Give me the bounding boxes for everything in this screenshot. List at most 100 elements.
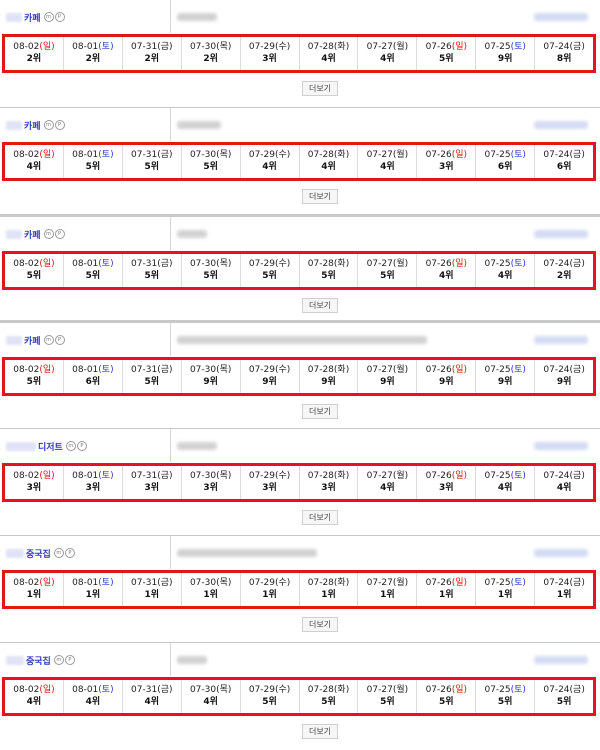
blurred-link[interactable] [534, 13, 588, 21]
weekday: (월) [392, 685, 409, 695]
rank-cell: 07-30(목) 4위 [182, 680, 241, 713]
rank-cell: 07-25(토) 5위 [476, 680, 536, 713]
daily-rank-row: 08-02(일) 5위 08-01(토) 6위 07-31(금) 5위 07-30(목) 9위… [2, 357, 596, 396]
keyword[interactable]: 카페 m P [6, 10, 65, 24]
date-value: 07-28 [307, 150, 334, 160]
rank-date: 07-31(금) [123, 150, 181, 161]
keyword[interactable]: 중국집 m P [6, 546, 75, 560]
weekday: (토) [510, 259, 526, 269]
rank-value: 3위 [439, 162, 454, 172]
weekday: (수) [275, 685, 291, 695]
rank-date: 08-02(일) [5, 365, 63, 376]
rank-cell: 07-25(토) 4위 [476, 254, 536, 287]
date-value: 07-25 [484, 42, 511, 52]
rank-cell: 07-28(화) 3위 [300, 466, 359, 499]
rank-value: 2위 [85, 54, 101, 64]
weekday: (수) [275, 471, 291, 481]
keyword-label[interactable]: 카페 [24, 334, 41, 347]
rank-cell: 07-27(월) 1위 [358, 573, 418, 606]
rank-date: 07-26(일) [417, 365, 475, 376]
blurred-link[interactable] [534, 549, 588, 557]
blurred-link[interactable] [534, 656, 588, 664]
rank-cell: 07-29(수) 1위 [241, 573, 300, 606]
blurred-link[interactable] [534, 230, 588, 238]
rank-value: 2위 [203, 54, 218, 64]
date-value: 07-26 [425, 471, 452, 481]
blurred-keyword-prefix [6, 335, 22, 345]
rank-value: 5위 [380, 271, 395, 281]
keyword-label[interactable]: 중국집 [26, 547, 51, 560]
date-value: 07-25 [484, 259, 511, 269]
rank-cell: 07-27(월) 5위 [358, 680, 418, 713]
blurred-link[interactable] [534, 336, 588, 344]
header-divider [170, 108, 171, 141]
date-value: 07-31 [131, 685, 158, 695]
date-value: 07-31 [131, 578, 158, 588]
blurred-place-name [177, 121, 221, 129]
rank-cell: 08-01(토) 5위 [64, 254, 123, 287]
more-button[interactable]: 더보기 [302, 404, 338, 419]
rank-value: 4위 [497, 271, 513, 281]
rank-date: 07-30(목) [182, 471, 240, 482]
rank-date: 07-27(월) [358, 150, 416, 161]
rank-date: 07-28(화) [300, 685, 358, 696]
weekday: (화) [333, 365, 350, 375]
date-value: 07-28 [307, 42, 334, 52]
rank-value: 4위 [26, 162, 42, 172]
keyword[interactable]: 카페 m P [6, 227, 65, 241]
rank-cell: 07-28(화) 5위 [300, 254, 359, 287]
rank-cell: 07-29(수) 5위 [241, 254, 300, 287]
rank-cell: 07-28(화) 1위 [300, 573, 359, 606]
blurred-keyword-prefix [6, 548, 24, 558]
rank-date: 07-28(화) [300, 150, 358, 161]
blurred-link[interactable] [534, 121, 588, 129]
weekday: (수) [275, 365, 291, 375]
keyword-label[interactable]: 카페 [24, 11, 41, 24]
device-badges: mP [43, 120, 65, 130]
rank-cell: 08-02(일) 4위 [5, 145, 64, 178]
date-value: 08-01 [72, 42, 99, 52]
more-button[interactable]: 더보기 [302, 510, 338, 525]
keyword[interactable]: 카페 m P [6, 118, 65, 132]
weekday: (금) [569, 471, 585, 481]
date-value: 08-02 [13, 578, 40, 588]
blurred-link[interactable] [534, 442, 588, 450]
keyword-label[interactable]: 디저트 [38, 440, 63, 453]
rank-cell: 07-31(금) 5위 [123, 360, 182, 393]
rank-cell: 07-29(수) 3위 [241, 466, 300, 499]
device-badges: mP [65, 441, 87, 451]
rank-value: 4위 [85, 697, 101, 707]
rank-date: 07-24(금) [535, 471, 593, 482]
rank-value: 8위 [556, 54, 572, 64]
keyword[interactable]: 중국집 m P [6, 653, 75, 667]
date-value: 08-01 [72, 578, 99, 588]
daily-rank-row: 08-02(일) 5위 08-01(토) 5위 07-31(금) 5위 07-30(목) 5위… [2, 251, 596, 290]
more-button[interactable]: 더보기 [302, 189, 338, 204]
keyword-rank-block: 중국집 m P 08-02(일) 1위 08-01(토) 1위 07-31(금) 1위 07-30… [0, 535, 600, 642]
keyword-label[interactable]: 카페 [24, 119, 41, 132]
rank-value: 4위 [144, 697, 160, 707]
rank-value: 1위 [556, 590, 572, 600]
keyword[interactable]: 카페 m P [6, 333, 65, 347]
keyword-rank-block: 카페 m P 08-02(일) 5위 08-01(토) 6위 07-31(금) 5위 07-30(… [0, 320, 600, 427]
rank-value: 1위 [497, 590, 513, 600]
rank-value: 2위 [556, 271, 572, 281]
rank-value: 9위 [380, 377, 395, 387]
date-value: 07-31 [131, 365, 158, 375]
rank-value: 4위 [203, 697, 218, 707]
blurred-keyword-prefix [6, 655, 24, 665]
rank-value: 9위 [262, 377, 277, 387]
more-button[interactable]: 더보기 [302, 617, 338, 632]
keyword-label[interactable]: 중국집 [26, 654, 51, 667]
more-button[interactable]: 더보기 [302, 724, 338, 739]
rank-value: 1위 [26, 590, 42, 600]
keyword[interactable]: 디저트 m P [6, 439, 87, 453]
date-value: 07-29 [248, 471, 275, 481]
date-value: 07-29 [248, 365, 275, 375]
keyword-label[interactable]: 카페 [24, 228, 41, 241]
date-value: 07-30 [189, 259, 217, 269]
date-value: 07-30 [189, 150, 217, 160]
more-button[interactable]: 더보기 [302, 81, 338, 96]
rank-date: 07-29(수) [241, 685, 299, 696]
more-button[interactable]: 더보기 [302, 298, 338, 313]
